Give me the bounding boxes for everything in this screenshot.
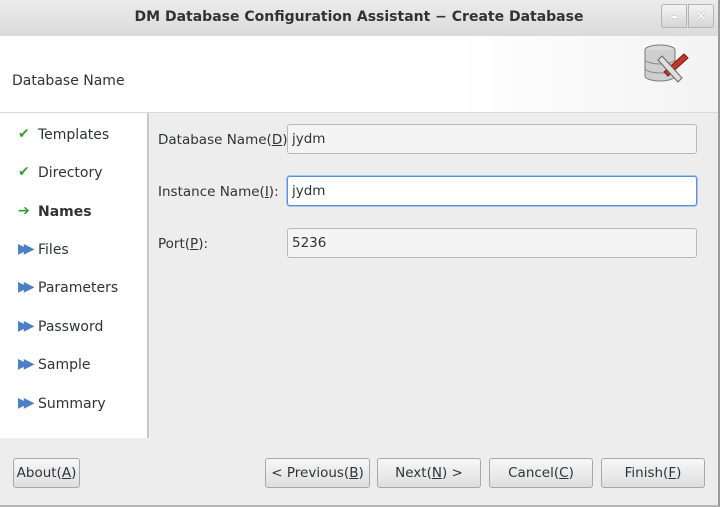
page-header: Database Name xyxy=(0,36,718,113)
instance-name-input[interactable] xyxy=(287,176,697,206)
step-directory[interactable]: ✔ Directory xyxy=(18,164,103,184)
double-chevron-icon: ▶▶ xyxy=(18,318,35,334)
step-label: Password xyxy=(38,319,104,335)
double-chevron-icon: ▶▶ xyxy=(18,279,35,295)
close-button[interactable]: ✕ xyxy=(688,4,714,28)
names-form: Database Name(D): Instance Name(I): Port… xyxy=(150,113,718,438)
database-name-input[interactable] xyxy=(287,124,697,154)
instance-name-label: Instance Name(I): xyxy=(158,184,279,200)
double-chevron-icon: ▶▶ xyxy=(18,241,35,257)
double-chevron-icon: ▶▶ xyxy=(18,395,35,411)
database-tools-icon xyxy=(644,44,689,83)
port-label: Port(P): xyxy=(158,236,209,252)
title-bar[interactable]: DM Database Configuration Assistant − Cr… xyxy=(0,0,718,37)
step-password[interactable]: ▶▶ Password xyxy=(18,318,103,338)
step-label: Directory xyxy=(38,165,103,181)
step-parameters[interactable]: ▶▶ Parameters xyxy=(18,279,118,299)
step-label: Parameters xyxy=(38,280,119,296)
database-name-label: Database Name(D): xyxy=(158,132,292,148)
wizard-steps-panel: ✔ Templates ✔ Directory ➔ Names ▶▶ Files… xyxy=(0,113,149,438)
step-files[interactable]: ▶▶ Files xyxy=(18,241,69,261)
step-label: Files xyxy=(38,242,69,258)
step-templates[interactable]: ✔ Templates xyxy=(18,126,109,146)
next-button[interactable]: Next(N) > xyxy=(377,458,481,488)
create-database-window: DM Database Configuration Assistant − Cr… xyxy=(0,0,720,507)
step-label: Sample xyxy=(38,357,91,373)
about-button[interactable]: About(A) xyxy=(13,458,80,488)
port-input[interactable] xyxy=(287,228,697,258)
step-label: Summary xyxy=(38,396,106,412)
previous-button[interactable]: < Previous(B) xyxy=(265,458,370,488)
page-title: Database Name xyxy=(12,73,125,89)
step-names[interactable]: ➔ Names xyxy=(18,203,92,223)
check-icon: ✔ xyxy=(18,126,30,142)
minimize-button[interactable]: – xyxy=(661,4,687,28)
cancel-button[interactable]: Cancel(C) xyxy=(489,458,593,488)
double-chevron-icon: ▶▶ xyxy=(18,356,35,372)
check-icon: ✔ xyxy=(18,164,30,180)
step-label: Names xyxy=(38,204,92,220)
window-title: DM Database Configuration Assistant − Cr… xyxy=(134,9,584,25)
finish-button[interactable]: Finish(F) xyxy=(601,458,705,488)
step-sample[interactable]: ▶▶ Sample xyxy=(18,356,91,376)
arrow-right-icon: ➔ xyxy=(18,203,30,219)
step-label: Templates xyxy=(38,127,110,143)
step-summary[interactable]: ▶▶ Summary xyxy=(18,395,106,415)
